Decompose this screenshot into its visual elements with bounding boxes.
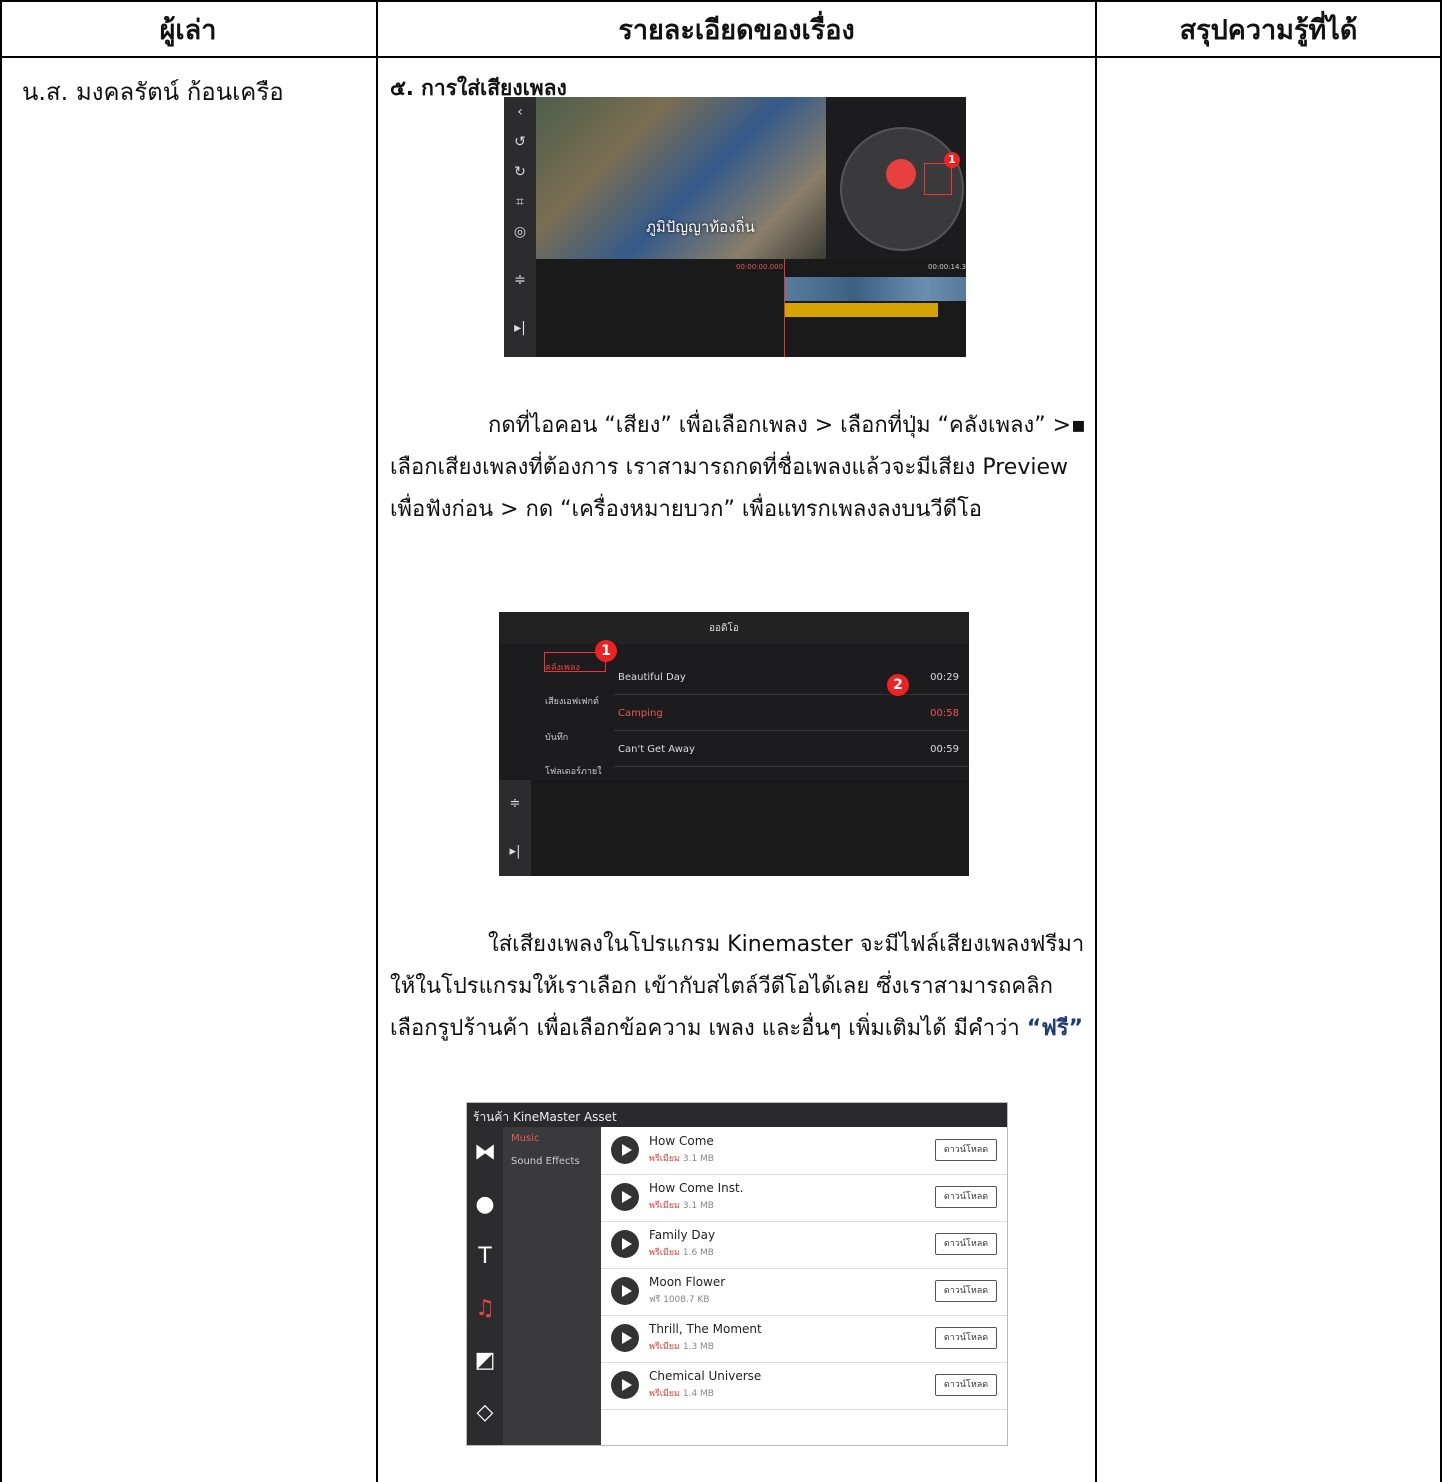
download-button: ดาวน์โหลด — [935, 1327, 997, 1349]
asset-store-sidebar: ⧓ ● T ♫ ◩ ◇ — [467, 1127, 503, 1445]
step-badge: 1 — [944, 152, 960, 168]
header-story-details: รายละเอียดของเรื่อง — [618, 15, 855, 46]
play-icon — [611, 1183, 639, 1211]
music-icon: ♫ — [475, 1296, 495, 1321]
free-highlight: “ฟรี” — [1026, 1016, 1084, 1041]
paragraph-2-text: ใส่เสียงเพลงในโปรแกรม Kinemaster จะมีไฟล… — [390, 932, 1085, 1041]
narrator-name: น.ส. มงคลรัตน์ ก้อนเครือ — [22, 78, 284, 106]
timeline — [531, 780, 969, 876]
capture-icon — [886, 159, 916, 189]
play-icon — [611, 1230, 639, 1258]
timeline-start: 00:00:00.000 — [736, 263, 784, 271]
table-border-left — [0, 0, 2, 1482]
fullscreen-icon: ⌗ — [516, 194, 524, 210]
song-name: Camping — [618, 708, 663, 719]
timeline-end: 00:00:14.363 — [928, 263, 966, 271]
header-narrator: ผู้เล่า — [159, 15, 217, 46]
asset-name: Chemical Universe — [649, 1369, 762, 1383]
category-recording: บันทึก — [545, 733, 569, 743]
category-sound-effects: เสียงเอฟเฟกต์ — [545, 697, 599, 707]
song-row: Beautiful Day 00:29 — [614, 658, 969, 695]
play-icon — [611, 1371, 639, 1399]
asset-store-title: ร้านค้า KineMaster Asset — [473, 1110, 617, 1124]
download-button: ดาวน์โหลด — [935, 1233, 997, 1255]
table-border-top — [0, 0, 1442, 2]
video-preview: ภูมิปัญญาท้องถิ่น — [536, 97, 826, 259]
asset-name: How Come — [649, 1134, 714, 1148]
song-time: 00:58 — [930, 708, 959, 719]
asset-meta: ฟรี 1008.7 KB — [649, 1295, 710, 1305]
video-caption: ภูมิปัญญาท้องถิ่น — [646, 218, 755, 236]
step-badge-2: 2 — [887, 674, 909, 696]
skip-end-icon: ▸| — [514, 320, 526, 336]
download-button: ดาวน์โหลด — [935, 1139, 997, 1161]
text-clip — [784, 303, 938, 317]
download-button: ดาวน์โหลด — [935, 1374, 997, 1396]
table-divider-2 — [1095, 0, 1097, 1482]
settings-icon: ◎ — [513, 224, 527, 240]
song-time: 00:59 — [930, 744, 959, 755]
sticker-icon: ● — [475, 1192, 495, 1217]
asset-item: Thrill, The Moment พรีเมียม 1.3 MB ดาวน์… — [601, 1315, 1007, 1363]
song-row: Can't Get Away 00:59 — [614, 730, 969, 767]
play-icon — [611, 1324, 639, 1352]
asset-categories: Music Sound Effects — [503, 1127, 601, 1445]
play-icon — [611, 1136, 639, 1164]
adjust-icon: ≑ — [509, 796, 521, 811]
header-knowledge-summary: สรุปความรู้ที่ได้ — [1179, 15, 1358, 46]
paragraph-1: กดที่ไอคอน “เสียง” เพื่อเลือกเพลง > เลือ… — [390, 413, 1086, 522]
category-sound-effects: Sound Effects — [511, 1156, 580, 1167]
undo-icon: ↺ — [514, 134, 526, 150]
redo-icon: ↻ — [514, 164, 526, 180]
play-icon — [611, 1277, 639, 1305]
table-divider-1 — [376, 0, 378, 1482]
song-time: 00:29 — [930, 672, 959, 683]
back-icon: ‹ — [517, 104, 523, 120]
effect-icon: ◩ — [474, 1348, 496, 1373]
asset-meta: พรีเมียม 1.3 MB — [649, 1342, 714, 1352]
category-internal-folder: โฟลเดอร์ภายใ — [545, 767, 602, 777]
audio-browser-title: ออดิโอ — [709, 623, 739, 634]
asset-meta: พรีเมียม 1.6 MB — [649, 1248, 714, 1258]
asset-store-header: ร้านค้า KineMaster Asset — [467, 1103, 1007, 1127]
asset-meta: พรีเมียม 3.1 MB — [649, 1154, 714, 1164]
skip-end-icon: ▸| — [509, 844, 521, 859]
category-music: Music — [511, 1133, 540, 1144]
audio-highlight-box — [924, 163, 952, 195]
asset-item: How Come พรีเมียม 3.1 MB ดาวน์โหลด — [601, 1127, 1007, 1175]
asset-name: Thrill, The Moment — [649, 1322, 762, 1336]
paragraph-2: ใส่เสียงเพลงในโปรแกรม Kinemaster จะมีไฟล… — [390, 924, 1090, 1050]
asset-item: Chemical Universe พรีเมียม 1.4 MB ดาวน์โ… — [601, 1362, 1007, 1410]
song-name: Beautiful Day — [618, 672, 686, 683]
audio-browser-header: ออดิโอ — [499, 612, 969, 644]
text-icon: T — [478, 1244, 492, 1269]
song-name: Can't Get Away — [618, 744, 695, 755]
asset-item: How Come Inst. พรีเมียม 3.1 MB ดาวน์โหลด — [601, 1174, 1007, 1222]
kinemaster-editor-screenshot: ‹ ↺ ↻ ⌗ ◎ ≑ ▸| ภูมิปัญญาท้องถิ่น 1 00:00… — [504, 97, 966, 357]
table-header-divider — [0, 56, 1442, 58]
download-button: ดาวน์โหลด — [935, 1280, 997, 1302]
asset-name: Moon Flower — [649, 1275, 726, 1289]
song-row: Camping 00:58 — [614, 694, 969, 731]
editor-left-toolbar: ‹ ↺ ↻ ⌗ ◎ ≑ ▸| — [504, 97, 536, 357]
asset-store-screenshot: ร้านค้า KineMaster Asset ⧓ ● T ♫ ◩ ◇ Mus… — [466, 1102, 1008, 1446]
playhead — [784, 259, 785, 357]
asset-item: Moon Flower ฟรี 1008.7 KB ดาวน์โหลด — [601, 1268, 1007, 1316]
asset-meta: พรีเมียม 3.1 MB — [649, 1201, 714, 1211]
adjust-icon: ≑ — [514, 272, 526, 288]
video-clip — [784, 277, 966, 301]
timeline: 00:00:00.000 00:00:14.363 — [536, 259, 966, 357]
audio-browser-screenshot: ออดิโอ คลังเพลง เสียงเอฟเฟกต์ บันทึก โฟล… — [499, 612, 969, 876]
asset-name: Family Day — [649, 1228, 716, 1242]
asset-item: Family Day พรีเมียม 1.6 MB ดาวน์โหลด — [601, 1221, 1007, 1269]
transition-icon: ⧓ — [474, 1140, 496, 1165]
premium-icon: ◇ — [476, 1400, 494, 1425]
asset-name: How Come Inst. — [649, 1181, 744, 1195]
download-button: ดาวน์โหลด — [935, 1186, 997, 1208]
editor-left-toolbar: ≑ ▸| — [499, 780, 531, 876]
asset-meta: พรีเมียม 1.4 MB — [649, 1389, 714, 1399]
